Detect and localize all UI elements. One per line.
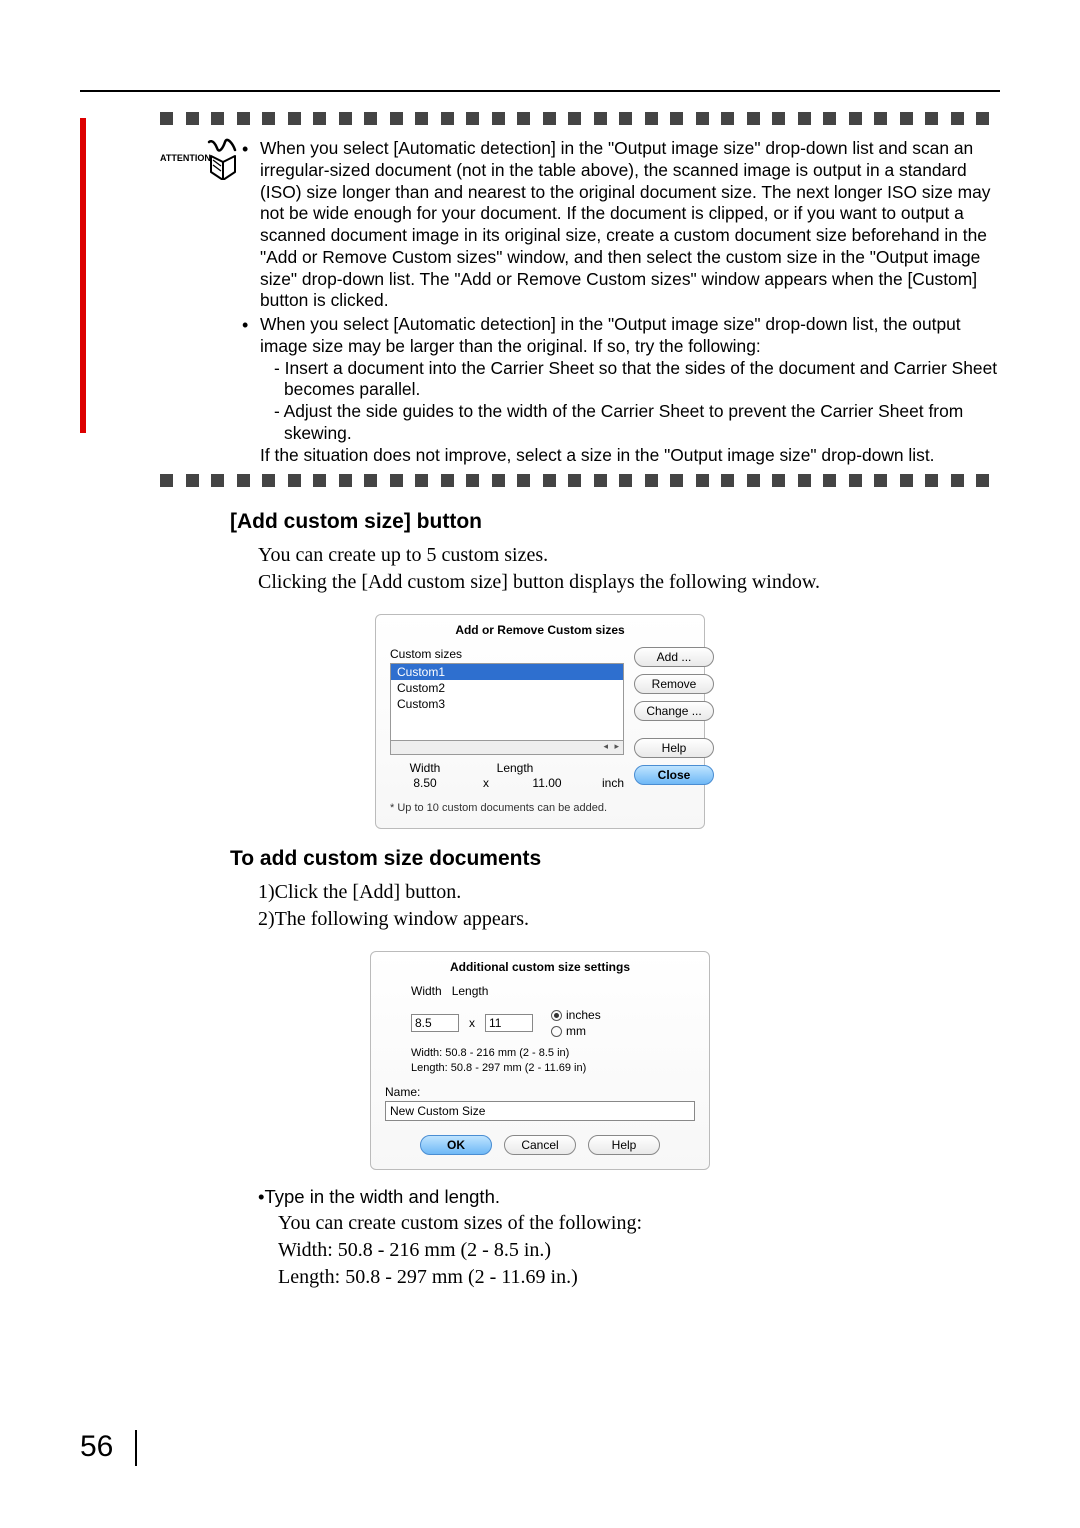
- hint-length: Length: 50.8 - 297 mm (2 - 11.69 in): [411, 1061, 695, 1075]
- length-label: Length: [480, 761, 550, 775]
- after-line3: Length: 50.8 - 297 mm (2 - 11.69 in.): [278, 1264, 1000, 1291]
- attention-block: ATTENTION When you select [Automatic det…: [160, 138, 1000, 468]
- list-item[interactable]: Custom2: [391, 680, 623, 696]
- add-button[interactable]: Add ...: [634, 647, 714, 667]
- close-button[interactable]: Close: [634, 765, 714, 785]
- dialog-additional-custom-size: Additional custom size settings Width Le…: [370, 951, 710, 1170]
- name-label: Name:: [385, 1085, 695, 1099]
- attention-bullet-1: When you select [Automatic detection] in…: [260, 138, 1000, 312]
- after-line2: Width: 50.8 - 216 mm (2 - 8.5 in.): [278, 1237, 1000, 1264]
- dialog2-title: Additional custom size settings: [385, 960, 695, 974]
- list-scrollbar[interactable]: ◂ ▸: [390, 741, 624, 755]
- width-label: Width: [390, 761, 460, 775]
- attention-closing: If the situation does not improve, selec…: [260, 445, 1000, 467]
- attention-label: ATTENTION: [160, 153, 211, 163]
- attention-sub-2: - Adjust the side guides to the width of…: [274, 401, 1000, 445]
- dialog1-title: Add or Remove Custom sizes: [390, 623, 690, 637]
- hint-width: Width: 50.8 - 216 mm (2 - 8.5 in): [411, 1046, 695, 1060]
- remove-button[interactable]: Remove: [634, 674, 714, 694]
- step-1: 1)Click the [Add] button.: [258, 879, 1000, 906]
- help-button[interactable]: Help: [588, 1135, 660, 1155]
- custom-sizes-listbox[interactable]: Custom1 Custom2 Custom3: [390, 663, 624, 741]
- page-content: ATTENTION When you select [Automatic det…: [80, 90, 1000, 1291]
- radio-inches[interactable]: inches: [551, 1008, 601, 1022]
- dialog-add-remove-custom-sizes: Add or Remove Custom sizes Custom sizes …: [375, 614, 705, 829]
- section1-line1: You can create up to 5 custom sizes.: [258, 542, 1000, 569]
- attention-icon: ATTENTION: [160, 138, 242, 468]
- radio-mm[interactable]: mm: [551, 1024, 601, 1038]
- multiply-icon: x: [480, 776, 492, 790]
- unit-label: inch: [602, 776, 624, 790]
- name-input[interactable]: [385, 1101, 695, 1121]
- decor-squares-top: [160, 112, 1000, 130]
- heading-add-custom-size: [Add custom size] button: [230, 510, 1000, 534]
- top-rule: [80, 90, 1000, 92]
- decor-squares-bottom: [160, 474, 1000, 492]
- heading-to-add-custom: To add custom size documents: [230, 847, 1000, 871]
- section1-line2: Clicking the [Add custom size] button di…: [258, 569, 1000, 596]
- width-value: 8.50: [390, 776, 460, 790]
- ok-button[interactable]: OK: [420, 1135, 492, 1155]
- width-input[interactable]: [411, 1014, 459, 1032]
- after-bullet: •Type in the width and length.: [258, 1185, 1000, 1210]
- attention-bullet-2: When you select [Automatic detection] in…: [260, 314, 1000, 466]
- after-line1: You can create custom sizes of the follo…: [278, 1210, 1000, 1237]
- change-button[interactable]: Change ...: [634, 701, 714, 721]
- radio-dot-icon: [551, 1026, 562, 1037]
- list-item[interactable]: Custom3: [391, 696, 623, 712]
- attention-text: When you select [Automatic detection] in…: [242, 138, 1000, 468]
- page-number: 56: [80, 1430, 137, 1466]
- radio-dot-icon: [551, 1010, 562, 1021]
- list-item[interactable]: Custom1: [391, 664, 623, 680]
- step-2: 2)The following window appears.: [258, 906, 1000, 933]
- attention-sub-1: - Insert a document into the Carrier She…: [274, 358, 1000, 402]
- custom-sizes-label: Custom sizes: [390, 647, 624, 661]
- width-label: Width: [411, 984, 442, 998]
- cancel-button[interactable]: Cancel: [504, 1135, 576, 1155]
- scroll-arrows-icon[interactable]: ◂ ▸: [603, 741, 621, 752]
- help-button[interactable]: Help: [634, 738, 714, 758]
- dialog1-note: * Up to 10 custom documents can be added…: [390, 802, 690, 814]
- length-label: Length: [452, 984, 489, 998]
- multiply-icon: x: [469, 1016, 475, 1030]
- length-input[interactable]: [485, 1014, 533, 1032]
- length-value: 11.00: [512, 776, 582, 790]
